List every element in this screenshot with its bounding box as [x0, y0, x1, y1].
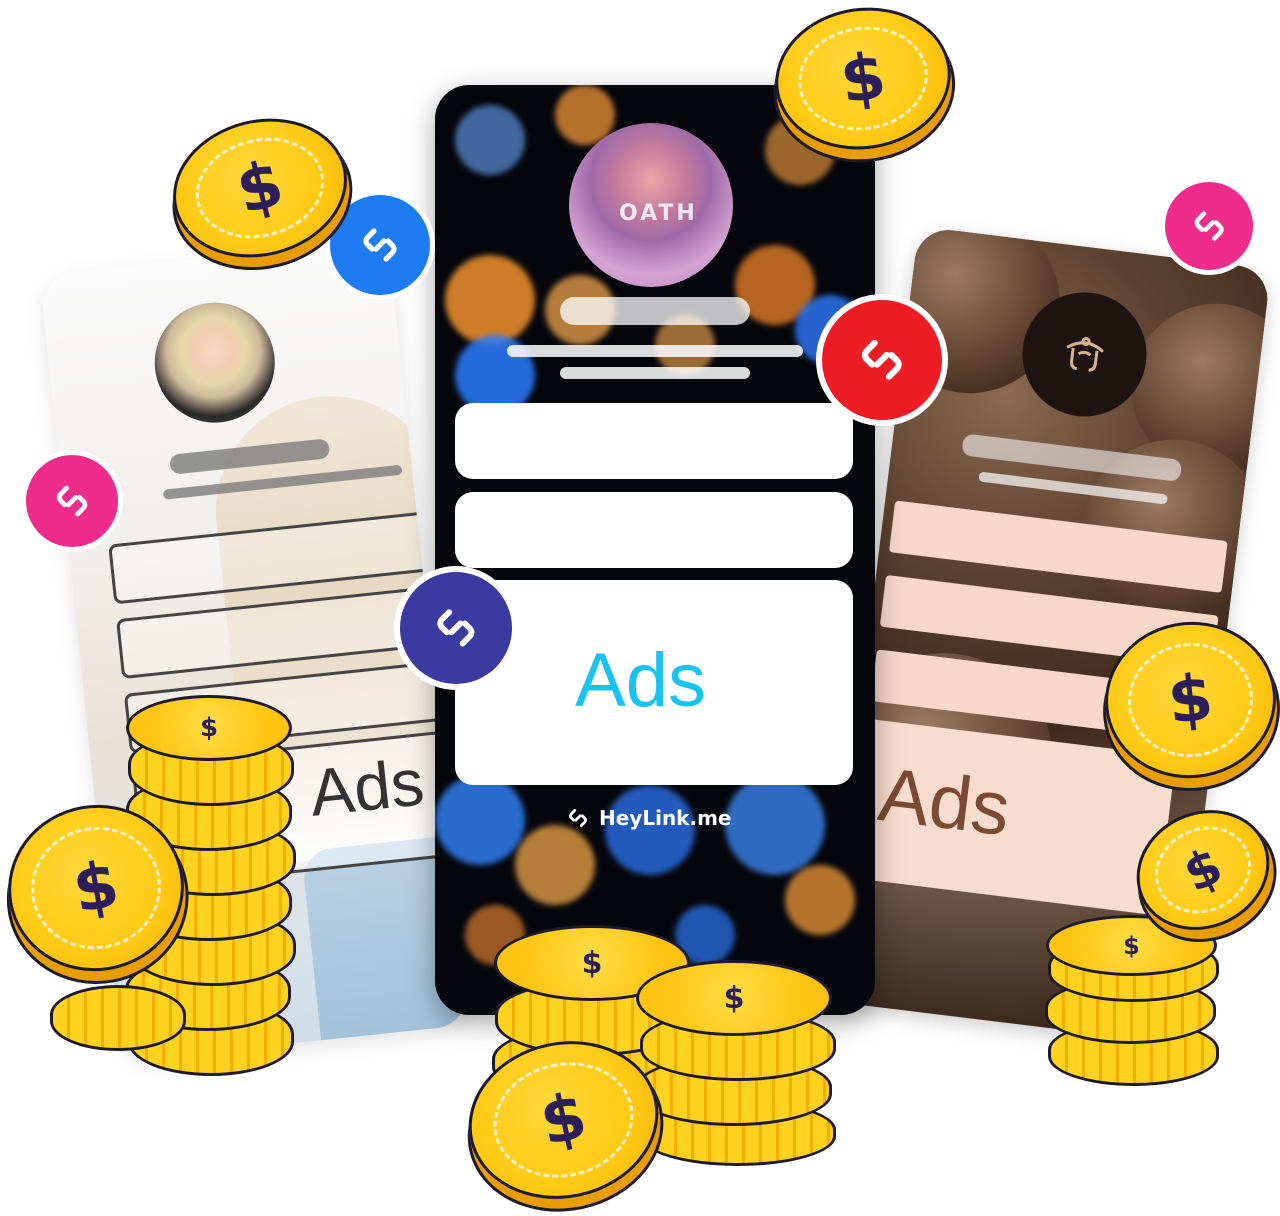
- heylink-icon: [437, 609, 475, 647]
- heylink-badge-indigo: [400, 572, 512, 684]
- bokeh-light: [515, 825, 595, 905]
- phone-center: OATH Ads HeyLink.me: [435, 85, 875, 1015]
- dollar-icon: $: [1123, 931, 1140, 960]
- stack-top-coin: $: [126, 695, 292, 761]
- bio-bar: [507, 345, 803, 357]
- brand-name: HeyLink.me: [599, 806, 732, 830]
- name-bar: [560, 297, 750, 325]
- ads-label-center: Ads: [575, 638, 706, 723]
- heylink-icon: [862, 340, 902, 380]
- bio-bar-2: [560, 367, 750, 379]
- avatar-shirt-text: OATH: [619, 201, 698, 226]
- heylink-icon: [1194, 211, 1224, 241]
- link-button-2[interactable]: [455, 492, 853, 568]
- bokeh-light: [445, 255, 535, 345]
- stacked-coin: [50, 985, 186, 1051]
- dollar-icon: $: [1174, 836, 1232, 904]
- bokeh-light: [455, 105, 525, 175]
- avatar-left: [148, 296, 281, 429]
- ads-label-left: Ads: [306, 744, 428, 830]
- heylink-badge-blue: [330, 195, 430, 295]
- heylink-icon: [569, 809, 587, 827]
- link-button-1[interactable]: [455, 403, 853, 479]
- bokeh-light: [435, 775, 525, 865]
- dollar-icon: $: [723, 980, 745, 1016]
- dollar-icon: $: [199, 713, 219, 743]
- dollar-icon: $: [1164, 660, 1217, 740]
- brand-logo-icon: [1066, 337, 1104, 372]
- heylink-icon: [56, 485, 88, 517]
- dollar-icon: $: [534, 1079, 593, 1161]
- dollar-icon: $: [229, 146, 291, 230]
- heylink-brand[interactable]: HeyLink.me: [565, 803, 745, 833]
- stack-top-coin: $: [636, 960, 832, 1036]
- heylink-badge-pink-right: [1165, 182, 1253, 270]
- ads-label-right: Ads: [874, 752, 1015, 853]
- avatar-center: OATH: [569, 123, 733, 287]
- heylink-badge-red: [822, 300, 942, 420]
- heylink-badge-pink-left: [26, 455, 118, 547]
- heylink-icon: [363, 228, 397, 262]
- bokeh-light: [785, 865, 855, 935]
- dollar-icon: $: [67, 847, 125, 929]
- dollar-icon: $: [581, 945, 603, 981]
- dollar-icon: $: [835, 38, 891, 119]
